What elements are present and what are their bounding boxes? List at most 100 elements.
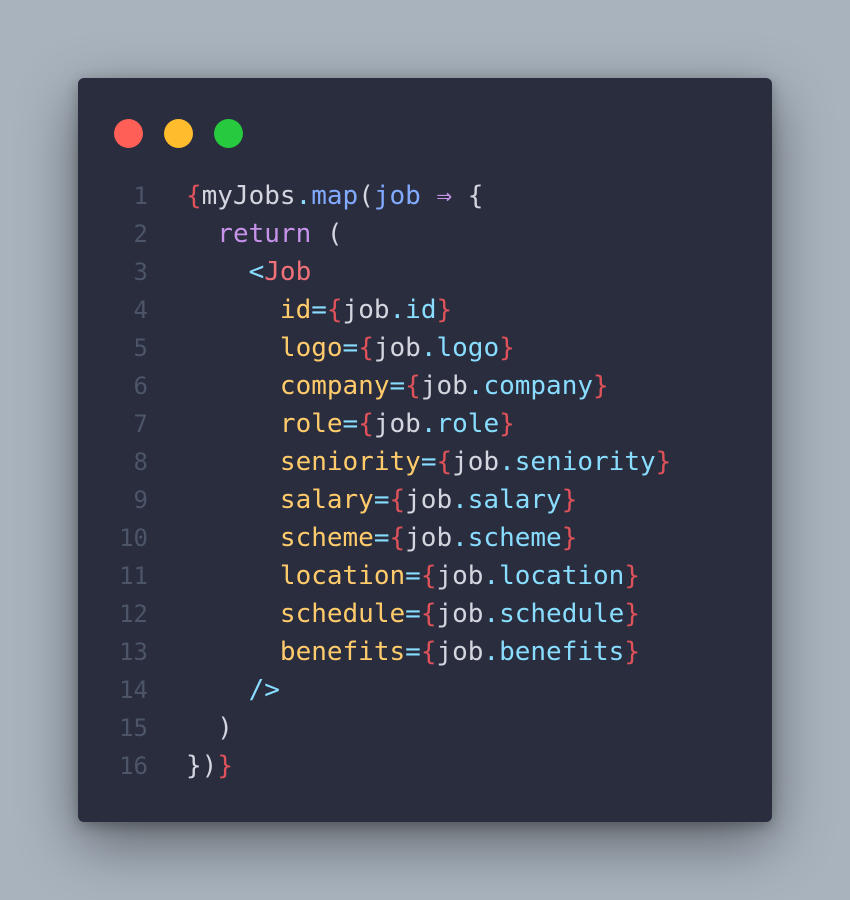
code-token: /> <box>186 675 280 705</box>
line-number: 14 <box>119 676 148 704</box>
code-token: . <box>452 485 468 515</box>
code-text: scheme={job.scheme} <box>186 519 577 557</box>
code-token: . <box>467 371 484 401</box>
code-token: id <box>405 295 437 325</box>
code-token: job <box>405 485 453 515</box>
code-line: 13 benefits={job.benefits} <box>78 633 772 671</box>
code-text: schedule={job.schedule} <box>186 595 640 633</box>
code-token: } <box>593 371 609 401</box>
code-token: benefits <box>499 637 625 667</box>
code-token: job <box>436 599 484 629</box>
code-token: } <box>561 523 578 553</box>
code-token: = <box>405 637 421 667</box>
minimize-button[interactable] <box>164 119 193 148</box>
line-number: 16 <box>119 752 148 780</box>
code-token: company <box>186 371 390 401</box>
code-token: = <box>342 409 359 439</box>
code-token: = <box>373 485 390 515</box>
line-number: 13 <box>119 638 148 666</box>
code-token: schedule <box>186 599 406 629</box>
code-line: 10 scheme={job.scheme} <box>78 519 772 557</box>
code-line: 7 role={job.role} <box>78 405 772 443</box>
code-token: seniority <box>186 447 421 477</box>
line-number: 8 <box>133 448 148 476</box>
code-line: 12 schedule={job.schedule} <box>78 595 772 633</box>
line-number: 7 <box>133 410 148 438</box>
line-number: 12 <box>119 600 148 628</box>
code-text: role={job.role} <box>186 405 515 443</box>
code-token: . <box>483 599 500 629</box>
line-number: 1 <box>133 182 148 210</box>
code-token: } <box>624 561 640 591</box>
code-token: }) <box>186 751 218 781</box>
code-token: { <box>358 409 374 439</box>
code-token: job <box>373 409 421 439</box>
code-token: { <box>389 523 406 553</box>
code-token: company <box>483 371 594 401</box>
code-token: . <box>420 333 437 363</box>
code-token: } <box>499 333 515 363</box>
code-token: { <box>405 371 421 401</box>
code-token: . <box>452 523 468 553</box>
code-token: job <box>436 637 484 667</box>
code-token: ( <box>358 181 374 211</box>
code-token: = <box>405 599 421 629</box>
code-token: { <box>467 181 484 211</box>
code-text: {myJobs.map(job ⇒ { <box>186 177 483 215</box>
code-token: job <box>405 523 453 553</box>
code-token: } <box>624 599 640 629</box>
code-token: ( <box>326 219 343 249</box>
code-token: ) <box>186 713 233 743</box>
code-line: 16})} <box>78 747 772 785</box>
code-token: = <box>389 371 406 401</box>
line-number: 11 <box>119 562 148 590</box>
code-line: 2 return ( <box>78 215 772 253</box>
code-token: job <box>373 181 421 211</box>
code-token: return <box>186 219 327 249</box>
code-token: role <box>186 409 343 439</box>
code-token: scheme <box>467 523 562 553</box>
code-token: } <box>217 751 233 781</box>
code-window: 1 {myJobs.map(job ⇒ {2 return (3 <Job 4 id… <box>78 78 772 822</box>
code-text: location={job.location} <box>186 557 640 595</box>
code-token: schedule <box>499 599 625 629</box>
code-token: = <box>405 561 421 591</box>
code-token: seniority <box>514 447 656 477</box>
code-text: salary={job.salary} <box>186 481 577 519</box>
code-token: = <box>420 447 437 477</box>
code-text: /> <box>186 671 280 709</box>
code-token: salary <box>467 485 562 515</box>
close-button[interactable] <box>114 119 143 148</box>
line-number: 2 <box>133 220 148 248</box>
code-token: { <box>389 485 406 515</box>
code-token: . <box>295 181 312 211</box>
code-token: job <box>373 333 421 363</box>
code-token: logo <box>436 333 500 363</box>
code-token: . <box>389 295 406 325</box>
code-text: company={job.company} <box>186 367 609 405</box>
code-line: 14 /> <box>78 671 772 709</box>
line-number: 10 <box>119 524 148 552</box>
code-token: job <box>420 371 468 401</box>
code-text: seniority={job.seniority} <box>186 443 671 481</box>
code-token: < <box>186 257 265 287</box>
code-line: 5 logo={job.logo} <box>78 329 772 367</box>
line-number: 6 <box>133 372 148 400</box>
code-block: 1 {myJobs.map(job ⇒ {2 return (3 <Job 4 id… <box>78 177 772 785</box>
code-text: ) <box>186 709 233 747</box>
code-token: { <box>436 447 453 477</box>
code-token: = <box>311 295 327 325</box>
code-text: })} <box>186 747 233 785</box>
code-token: location <box>499 561 625 591</box>
code-token: job <box>452 447 500 477</box>
code-token: job <box>342 295 390 325</box>
code-token: { <box>420 561 437 591</box>
code-token: myJobs <box>201 181 296 211</box>
code-token: . <box>499 447 515 477</box>
maximize-button[interactable] <box>214 119 243 148</box>
code-token: . <box>483 637 500 667</box>
code-token: { <box>420 637 437 667</box>
code-token: location <box>186 561 406 591</box>
code-line: 3 <Job <box>78 253 772 291</box>
code-token: } <box>655 447 672 477</box>
